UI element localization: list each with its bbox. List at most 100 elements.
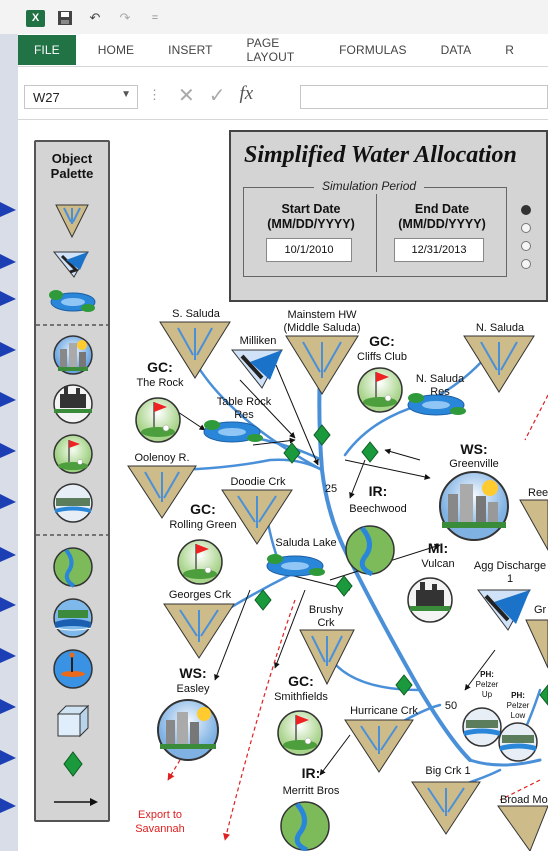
inflow-broad[interactable]	[497, 805, 548, 851]
discharge-box-icon[interactable]	[56, 704, 90, 738]
label-ph-low-3: Low	[511, 711, 526, 720]
title-bar: X ↶ ↷ =	[0, 0, 548, 34]
recreation-icon[interactable]	[53, 649, 93, 689]
tab-data[interactable]: DATA	[441, 43, 472, 57]
hydro-icon[interactable]	[53, 598, 93, 638]
arrow-icon	[0, 798, 16, 813]
insert-function-icon[interactable]: fx	[240, 83, 254, 108]
junction-icon[interactable]	[313, 424, 331, 446]
ir-beechwood-node[interactable]	[345, 525, 395, 577]
label-gc-rock-2: The Rock	[136, 377, 184, 389]
mi-vulcan-node[interactable]	[407, 577, 453, 623]
power-plant-icon[interactable]	[53, 483, 93, 523]
chevron-down-icon[interactable]: ▼	[121, 89, 131, 100]
ws-greenville-node[interactable]	[439, 471, 509, 541]
ph-pelzer-up-node[interactable]	[462, 707, 502, 747]
option-radio[interactable]	[521, 223, 531, 233]
inflow-georges[interactable]	[163, 603, 235, 659]
water-supply-icon[interactable]	[53, 335, 93, 375]
ph-pelzer-low-node[interactable]	[498, 722, 538, 762]
irrigation-icon[interactable]	[53, 547, 93, 588]
label-n-saluda: N. Saluda	[476, 322, 525, 334]
formula-bar-grip-icon: ⋮	[148, 87, 161, 102]
tab-review[interactable]: R	[505, 43, 514, 57]
inflow-big-crk[interactable]	[411, 781, 481, 835]
cancel-icon[interactable]: ✕	[178, 83, 195, 108]
industrial-icon[interactable]	[53, 384, 93, 424]
option-radio[interactable]	[521, 259, 531, 269]
ws-easley-node[interactable]	[157, 699, 219, 761]
inflow-hurricane[interactable]	[344, 719, 414, 773]
ribbon-tabs: FILE HOME INSERT PAGE LAYOUT FORMULAS DA…	[18, 34, 548, 66]
milliken-node[interactable]	[230, 349, 283, 389]
inflow-oolenoy[interactable]	[127, 465, 197, 519]
reservoir-inflow-icon[interactable]	[52, 251, 89, 278]
tab-formulas[interactable]: FORMULAS	[339, 43, 406, 57]
label-ir-beechwood-2: Beechwood	[349, 503, 407, 515]
label-ph-low-2: Pelzer	[507, 701, 530, 710]
start-date-label-line1: Start Date	[281, 202, 341, 216]
end-date-label-line2: (MM/DD/YYYY)	[398, 217, 486, 231]
junction-icon[interactable]	[539, 684, 548, 706]
inflow-doodie[interactable]	[221, 489, 293, 545]
quick-access-toolbar: X ↶ ↷ =	[26, 9, 165, 27]
gc-cliffs-node[interactable]	[357, 367, 403, 413]
label-ws-easley-1: WS:	[179, 665, 206, 681]
period-divider	[376, 194, 377, 272]
tab-home[interactable]: HOME	[98, 43, 134, 57]
ir-merritt-node[interactable]	[280, 801, 330, 851]
redo-icon[interactable]: ↷	[115, 9, 135, 27]
label-gr: Gr	[534, 604, 547, 616]
inflow-node-icon[interactable]	[55, 204, 89, 239]
label-broad: Broad Mo	[500, 794, 548, 806]
excel-window: X ↶ ↷ = FILE HOME INSERT PAGE LAYOUT FOR…	[0, 0, 548, 851]
tab-file[interactable]: FILE	[18, 35, 76, 65]
gc-rolling-node[interactable]	[177, 539, 223, 585]
arrow-icon	[0, 342, 16, 357]
lake-saluda[interactable]	[266, 554, 325, 577]
simulation-period-label: Simulation Period	[314, 179, 425, 193]
reservoir-icon[interactable]	[49, 290, 96, 312]
formula-input[interactable]	[300, 85, 548, 109]
inflow-gr[interactable]	[525, 619, 548, 669]
formula-controls: ✕ ✓ fx	[178, 83, 253, 108]
label-georges: Georges Crk	[169, 589, 232, 601]
inflow-ree[interactable]	[519, 499, 548, 552]
label-mi-vulcan-2: Vulcan	[421, 558, 454, 570]
tab-page-layout[interactable]: PAGE LAYOUT	[247, 36, 306, 64]
label-milliken: Milliken	[240, 335, 277, 347]
tab-insert[interactable]: INSERT	[168, 43, 212, 57]
label-mi-vulcan-1: MI:	[428, 540, 448, 556]
enter-icon[interactable]: ✓	[209, 83, 226, 108]
option-radio[interactable]	[521, 241, 531, 251]
label-mainstem-2: (Middle Saluda)	[283, 322, 360, 334]
label-ir-beechwood-1: IR:	[369, 483, 388, 499]
junction-icon[interactable]	[63, 751, 83, 777]
lake-table-rock[interactable]	[203, 420, 263, 443]
link-arrow-icon[interactable]	[54, 798, 98, 806]
golf-course-icon[interactable]	[53, 434, 93, 474]
agg-discharge-node[interactable]	[477, 589, 531, 631]
simulation-period-group: Simulation Period Start Date (MM/DD/YYYY…	[243, 179, 507, 277]
customize-qat-icon[interactable]: =	[145, 9, 165, 27]
arrow-icon	[0, 494, 16, 509]
gc-smith-node[interactable]	[277, 710, 323, 756]
inflow-mainstem[interactable]	[285, 335, 359, 395]
inflow-n-saluda[interactable]	[463, 335, 535, 393]
junction-icon[interactable]	[361, 441, 379, 463]
name-box[interactable]: W27 ▼	[24, 85, 138, 109]
palette-arrows	[0, 202, 16, 813]
option-radio-selected[interactable]	[521, 205, 531, 215]
end-date-input[interactable]: 12/31/2013	[394, 238, 484, 262]
start-date-input[interactable]: 10/1/2010	[266, 238, 352, 262]
arrow-icon	[0, 699, 16, 714]
save-icon[interactable]	[55, 9, 75, 27]
label-gc-smith-1: GC:	[288, 673, 314, 689]
arrow-icon	[0, 254, 16, 269]
label-ws-greenville-2: Greenville	[449, 458, 499, 470]
junction-icon[interactable]	[395, 674, 413, 696]
junction-icon[interactable]	[335, 575, 353, 597]
label-gc-rock-1: GC:	[147, 359, 173, 375]
gc-rock-node[interactable]	[135, 397, 181, 443]
undo-icon[interactable]: ↶	[85, 9, 105, 27]
